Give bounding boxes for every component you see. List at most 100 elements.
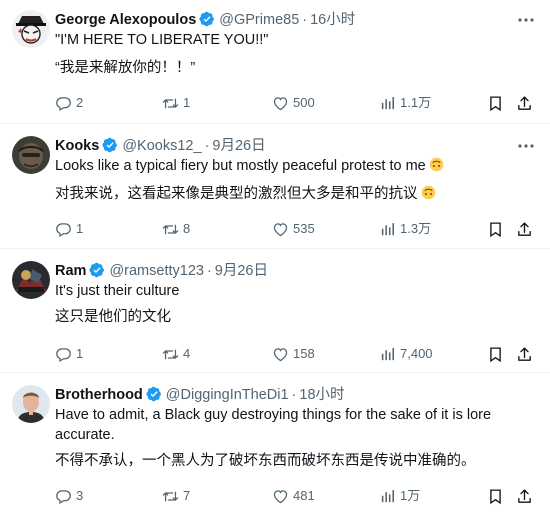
text-line: accurate. bbox=[55, 427, 115, 443]
view-count: 7,400 bbox=[400, 346, 433, 361]
share-button[interactable] bbox=[516, 345, 533, 363]
more-horizontal-icon[interactable] bbox=[516, 11, 536, 29]
reply-button[interactable]: 1 bbox=[55, 345, 83, 363]
bookmark-button[interactable] bbox=[487, 345, 504, 363]
text-line: Have to admit, a Black guy destroying th… bbox=[55, 407, 492, 423]
handle[interactable]: @ramsetty123 bbox=[109, 263, 204, 279]
timestamp[interactable]: 18小时 bbox=[299, 387, 344, 403]
separator-dot: · bbox=[291, 387, 297, 403]
action-bar: 3 7 481 1万 bbox=[55, 487, 540, 505]
tweet-header: Brotherhood @DiggingInTheDi1 · 18小时 bbox=[55, 385, 510, 405]
verified-badge-icon bbox=[102, 137, 118, 153]
reply-button[interactable]: 2 bbox=[55, 94, 83, 112]
tweet[interactable]: Brotherhood @DiggingInTheDi1 · 18小时 Have to… bbox=[0, 373, 550, 518]
handle[interactable]: @GPrime85 bbox=[219, 12, 299, 28]
replies-feed: George Alexopoulos @GPrime85 · 16小时 "I'M HE… bbox=[0, 0, 550, 518]
timestamp[interactable]: 9月26日 bbox=[212, 138, 265, 154]
tweet-text: Have to admit, a Black guy destroying th… bbox=[55, 405, 536, 471]
views-icon bbox=[379, 95, 396, 112]
view-count: 1万 bbox=[400, 488, 421, 503]
tweet[interactable]: George Alexopoulos @GPrime85 · 16小时 "I'M HE… bbox=[0, 0, 550, 124]
like-count: 500 bbox=[293, 95, 315, 110]
bookmark-icon bbox=[487, 95, 504, 112]
reply-icon bbox=[55, 488, 72, 505]
reply-button[interactable]: 1 bbox=[55, 220, 83, 238]
views-button[interactable]: 1万 bbox=[379, 487, 420, 505]
retweet-count: 1 bbox=[183, 95, 191, 110]
reply-count: 3 bbox=[76, 488, 84, 503]
text-content: 对我来说，这看起来像是典型的激烈但大多是和平的抗议 bbox=[55, 186, 418, 202]
text-content: Looks like a typical fiery but mostly pe… bbox=[55, 158, 426, 174]
display-name[interactable]: Brotherhood bbox=[55, 387, 143, 403]
tweet-text: It's just their culture 这只是他们的文化 bbox=[55, 281, 536, 327]
retweet-button[interactable]: 4 bbox=[162, 345, 190, 363]
retweet-count: 4 bbox=[183, 346, 191, 361]
retweet-button[interactable]: 1 bbox=[162, 94, 190, 112]
separator-dot: · bbox=[204, 138, 210, 154]
more-horizontal-icon[interactable] bbox=[516, 137, 536, 155]
retweet-count: 8 bbox=[183, 221, 191, 236]
share-button[interactable] bbox=[516, 220, 533, 238]
like-count: 158 bbox=[293, 346, 315, 361]
share-button[interactable] bbox=[516, 487, 533, 505]
avatar[interactable] bbox=[12, 261, 50, 299]
handle[interactable]: @DiggingInTheDi1 bbox=[166, 387, 289, 403]
verified-badge-icon bbox=[199, 11, 215, 27]
retweet-icon bbox=[162, 346, 179, 363]
views-icon bbox=[379, 488, 396, 505]
text-line: "I'M HERE TO LIBERATE YOU!!" bbox=[55, 32, 269, 48]
retweet-icon bbox=[162, 95, 179, 112]
verified-badge-icon bbox=[146, 386, 162, 402]
view-count: 1.3万 bbox=[400, 221, 432, 236]
retweet-button[interactable]: 8 bbox=[162, 220, 190, 238]
share-icon bbox=[516, 95, 533, 112]
share-button[interactable] bbox=[516, 94, 533, 112]
like-icon bbox=[272, 95, 289, 112]
handle[interactable]: @Kooks12_ bbox=[122, 138, 201, 154]
retweet-count: 7 bbox=[183, 488, 191, 503]
avatar[interactable] bbox=[12, 10, 50, 48]
timestamp[interactable]: 16小时 bbox=[310, 12, 355, 28]
views-icon bbox=[379, 221, 396, 238]
avatar[interactable] bbox=[12, 136, 50, 174]
reply-icon bbox=[55, 221, 72, 238]
tweet-header: Ram @ramsetty123 · 9月26日 bbox=[55, 261, 510, 281]
timestamp[interactable]: 9月26日 bbox=[215, 263, 268, 279]
display-name[interactable]: Kooks bbox=[55, 138, 99, 154]
reply-icon bbox=[55, 95, 72, 112]
like-button[interactable]: 500 bbox=[272, 94, 315, 112]
views-button[interactable]: 1.1万 bbox=[379, 94, 431, 112]
tweet[interactable]: Ram @ramsetty123 · 9月26日 It's just their cu… bbox=[0, 249, 550, 373]
tweet[interactable]: Kooks @Kooks12_ · 9月26日 Looks like a typica… bbox=[0, 124, 550, 249]
text-line: Looks like a typical fiery but mostly pe… bbox=[55, 156, 536, 176]
views-button[interactable]: 7,400 bbox=[379, 345, 433, 363]
action-bar: 1 8 535 1.3万 bbox=[55, 220, 540, 238]
like-button[interactable]: 535 bbox=[272, 220, 315, 238]
text-line: 不得不承认，一个黑人为了破坏东西而破坏东西是传说中准确的。 bbox=[55, 453, 476, 469]
bookmark-button[interactable] bbox=[487, 487, 504, 505]
bookmark-icon bbox=[487, 346, 504, 363]
share-icon bbox=[516, 346, 533, 363]
like-icon bbox=[272, 346, 289, 363]
text-line: 对我来说，这看起来像是典型的激烈但大多是和平的抗议 bbox=[55, 184, 536, 204]
verified-badge-icon bbox=[89, 262, 105, 278]
retweet-icon bbox=[162, 221, 179, 238]
views-button[interactable]: 1.3万 bbox=[379, 220, 431, 238]
share-icon bbox=[516, 488, 533, 505]
bookmark-icon bbox=[487, 221, 504, 238]
bookmark-button[interactable] bbox=[487, 220, 504, 238]
display-name[interactable]: Ram bbox=[55, 263, 86, 279]
views-icon bbox=[379, 346, 396, 363]
tweet-text: Looks like a typical fiery but mostly pe… bbox=[55, 156, 536, 204]
text-line: “我是来解放你的！！” bbox=[55, 60, 196, 76]
display-name[interactable]: George Alexopoulos bbox=[55, 12, 196, 28]
bookmark-button[interactable] bbox=[487, 94, 504, 112]
like-button[interactable]: 481 bbox=[272, 487, 315, 505]
action-bar: 2 1 500 1.1万 bbox=[55, 94, 540, 112]
avatar[interactable] bbox=[12, 385, 50, 423]
like-button[interactable]: 158 bbox=[272, 345, 315, 363]
retweet-button[interactable]: 7 bbox=[162, 487, 190, 505]
reply-button[interactable]: 3 bbox=[55, 487, 83, 505]
like-icon bbox=[272, 488, 289, 505]
reply-count: 2 bbox=[76, 95, 84, 110]
